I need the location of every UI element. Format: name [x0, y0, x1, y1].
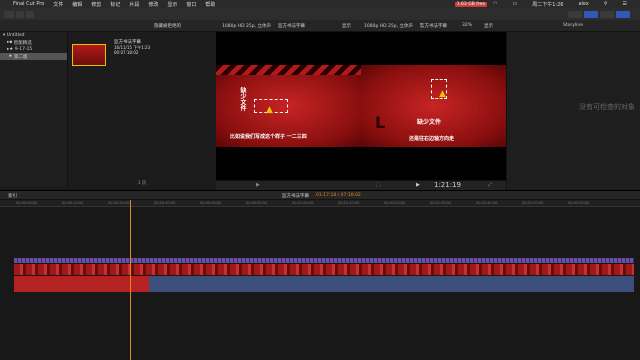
- view-dropdown-right[interactable]: 显示: [484, 23, 493, 29]
- browser-item-count: 1 项: [138, 180, 146, 185]
- ruler-tick: 00:00:30:00: [154, 201, 176, 205]
- event-browser: 监方书法字幕 16/11/15 下午1:23 00:07:18:02: [68, 32, 216, 186]
- clip-name-left: 监方书法字幕: [278, 24, 305, 29]
- format-left: 1080p HD 25p, 立体声: [222, 24, 271, 29]
- title-effects-track[interactable]: [14, 258, 634, 263]
- libraries-sidebar: ▾ Untitled ▸▪ 智能精选 ▸★ 9-17-15 ★ 第二版: [0, 32, 68, 186]
- ruler-tick: 00:01:40:00: [476, 201, 498, 205]
- clip-duration: 00:07:18:02: [114, 50, 139, 55]
- ruler-tick: 00:00:50:00: [246, 201, 268, 205]
- ruler-tick: 00:00:40:00: [200, 201, 222, 205]
- playhead[interactable]: [130, 200, 131, 360]
- sidebar-item-label: 9-17-15: [14, 47, 33, 52]
- battery-icon[interactable]: ▭: [512, 1, 517, 7]
- menu-help[interactable]: 帮助: [205, 1, 215, 8]
- library-label: Untitled: [6, 33, 25, 38]
- fullscreen-icon[interactable]: ⤢: [488, 182, 492, 188]
- timecode-display[interactable]: 1:21:19: [434, 181, 461, 189]
- ruler-tick: 00:01:20:00: [384, 201, 406, 205]
- viewer-frame-left: 缺少文件 ▲ 比如说我们写成这个样子 一二三四: [216, 65, 361, 147]
- right-title: 缺少文件: [417, 119, 442, 126]
- show-timeline-button[interactable]: [600, 11, 614, 18]
- wifi-icon[interactable]: ◠: [493, 1, 497, 7]
- show-browser-button[interactable]: [584, 11, 598, 18]
- show-libraries-button[interactable]: [568, 11, 582, 18]
- inspector-empty-text: 没有可检查的对象: [579, 103, 635, 111]
- event-icon: ▸★: [7, 47, 15, 52]
- timeline-header: 索引 监方书法字幕 01:17:18 / 07:18:02: [0, 190, 640, 200]
- video-clips-track[interactable]: [14, 264, 634, 275]
- corner-graphic: L: [375, 113, 386, 132]
- timeline[interactable]: 00:00:00:00 00:00:10:00 00:00:20:00 00:0…: [0, 200, 640, 360]
- event-icon: ★: [7, 54, 14, 59]
- ruler-tick: 00:00:10:00: [62, 201, 84, 205]
- menu-file[interactable]: 文件: [53, 1, 63, 8]
- folder-icon: ▸▪: [7, 40, 14, 45]
- import-button[interactable]: [4, 11, 14, 18]
- audio-clip-selected[interactable]: [14, 276, 149, 292]
- left-caption: 比如说我们写成这个样子 一二三四: [230, 134, 307, 140]
- ruler-tick: 00:00:20:00: [108, 201, 130, 205]
- clip-info: 监方书法字幕 16/11/15 下午1:23 00:07:18:02: [114, 40, 150, 55]
- timeline-index-button[interactable]: 索引: [8, 193, 17, 199]
- transform-icon[interactable]: ⬚: [376, 182, 381, 188]
- disk-free-badge: 1.63 GB free: [454, 1, 488, 7]
- clip-thumbnail[interactable]: [72, 44, 106, 66]
- menu-view[interactable]: 显示: [167, 1, 177, 8]
- clip-name-right: 監方书法字幕: [420, 24, 447, 29]
- notification-icon[interactable]: ☰: [623, 1, 627, 7]
- library-untitled[interactable]: ▾ Untitled: [0, 32, 67, 39]
- stripes-graphic: [216, 65, 361, 75]
- ruler-tick: 00:00:00:00: [16, 201, 38, 205]
- warning-icon: ▲: [439, 89, 446, 99]
- inspector: 没有可检查的对象: [506, 32, 640, 190]
- sidebar-item-label: 智能精选: [13, 40, 32, 46]
- menu-clip[interactable]: 片段: [129, 1, 139, 8]
- viewer[interactable]: 缺少文件 ▲ 比如说我们写成这个样子 一二三四 ▲ L 缺少文件 还是往右边轴方…: [216, 32, 506, 180]
- play-icon[interactable]: ▶: [416, 182, 420, 188]
- timeline-project-name: 监方书法字幕: [282, 194, 309, 199]
- ruler-tick: 00:01:00:00: [292, 201, 314, 205]
- zoom-dropdown[interactable]: 32%: [462, 23, 472, 28]
- menu-modify[interactable]: 修改: [148, 1, 158, 8]
- menu-app[interactable]: Final Cut Pro: [13, 1, 44, 7]
- vertical-title: 缺少文件: [239, 87, 246, 111]
- play-button[interactable]: ▶: [256, 182, 260, 188]
- event-filter-dropdown[interactable]: 隐藏被拒绝的: [154, 23, 181, 29]
- inspector-title: Storyline: [563, 23, 584, 28]
- sidebar-item-event-1[interactable]: ▸★ 9-17-15: [0, 46, 67, 53]
- warning-icon: ▲: [266, 105, 273, 115]
- menu-trim[interactable]: 修剪: [91, 1, 101, 8]
- sidebar-item-smart-collections[interactable]: ▸▪ 智能精选: [0, 39, 67, 46]
- sidebar-item-event-2[interactable]: ★ 第二版: [0, 53, 67, 60]
- format-right: 1080p HD 25p, 立体声: [364, 24, 413, 29]
- view-dropdown-left[interactable]: 显示: [342, 23, 351, 29]
- analyze-button[interactable]: [26, 11, 34, 18]
- viewer-frame-right: ▲ L 缺少文件 还是往右边轴方向走: [361, 65, 506, 147]
- menu-bar: Final Cut Pro 文件 编辑 修剪 标记 片段 修改 显示 窗口 帮助…: [0, 0, 640, 8]
- menu-mark[interactable]: 标记: [110, 1, 120, 8]
- timeline-ruler[interactable]: 00:00:00:00 00:00:10:00 00:00:20:00 00:0…: [0, 200, 640, 207]
- menu-user[interactable]: alex: [578, 1, 588, 7]
- show-inspector-button[interactable]: [616, 11, 630, 18]
- keyword-button[interactable]: [16, 11, 24, 18]
- menu-clock[interactable]: 周二下午1:26: [532, 1, 563, 8]
- menu-window[interactable]: 窗口: [186, 1, 196, 8]
- viewer-controls: ▶ ⬚ ▶ 1:21:19 ⤢: [216, 180, 506, 190]
- timeline-position: 01:17:18 / 07:18:02: [316, 193, 361, 198]
- spotlight-icon[interactable]: ⚲: [604, 1, 608, 7]
- menu-edit[interactable]: 编辑: [72, 1, 82, 8]
- ruler-tick: 00:01:10:00: [338, 201, 360, 205]
- ruler-tick: 00:01:30:00: [430, 201, 452, 205]
- sidebar-item-label: 第二版: [13, 54, 28, 60]
- viewer-tools: 隐藏被拒绝的 1080p HD 25p, 立体声 监方书法字幕 显示 1080p…: [0, 20, 640, 32]
- ruler-tick: 00:02:00:00: [568, 201, 590, 205]
- right-caption: 还是往右边轴方向走: [409, 136, 455, 142]
- ruler-tick: 00:01:50:00: [522, 201, 544, 205]
